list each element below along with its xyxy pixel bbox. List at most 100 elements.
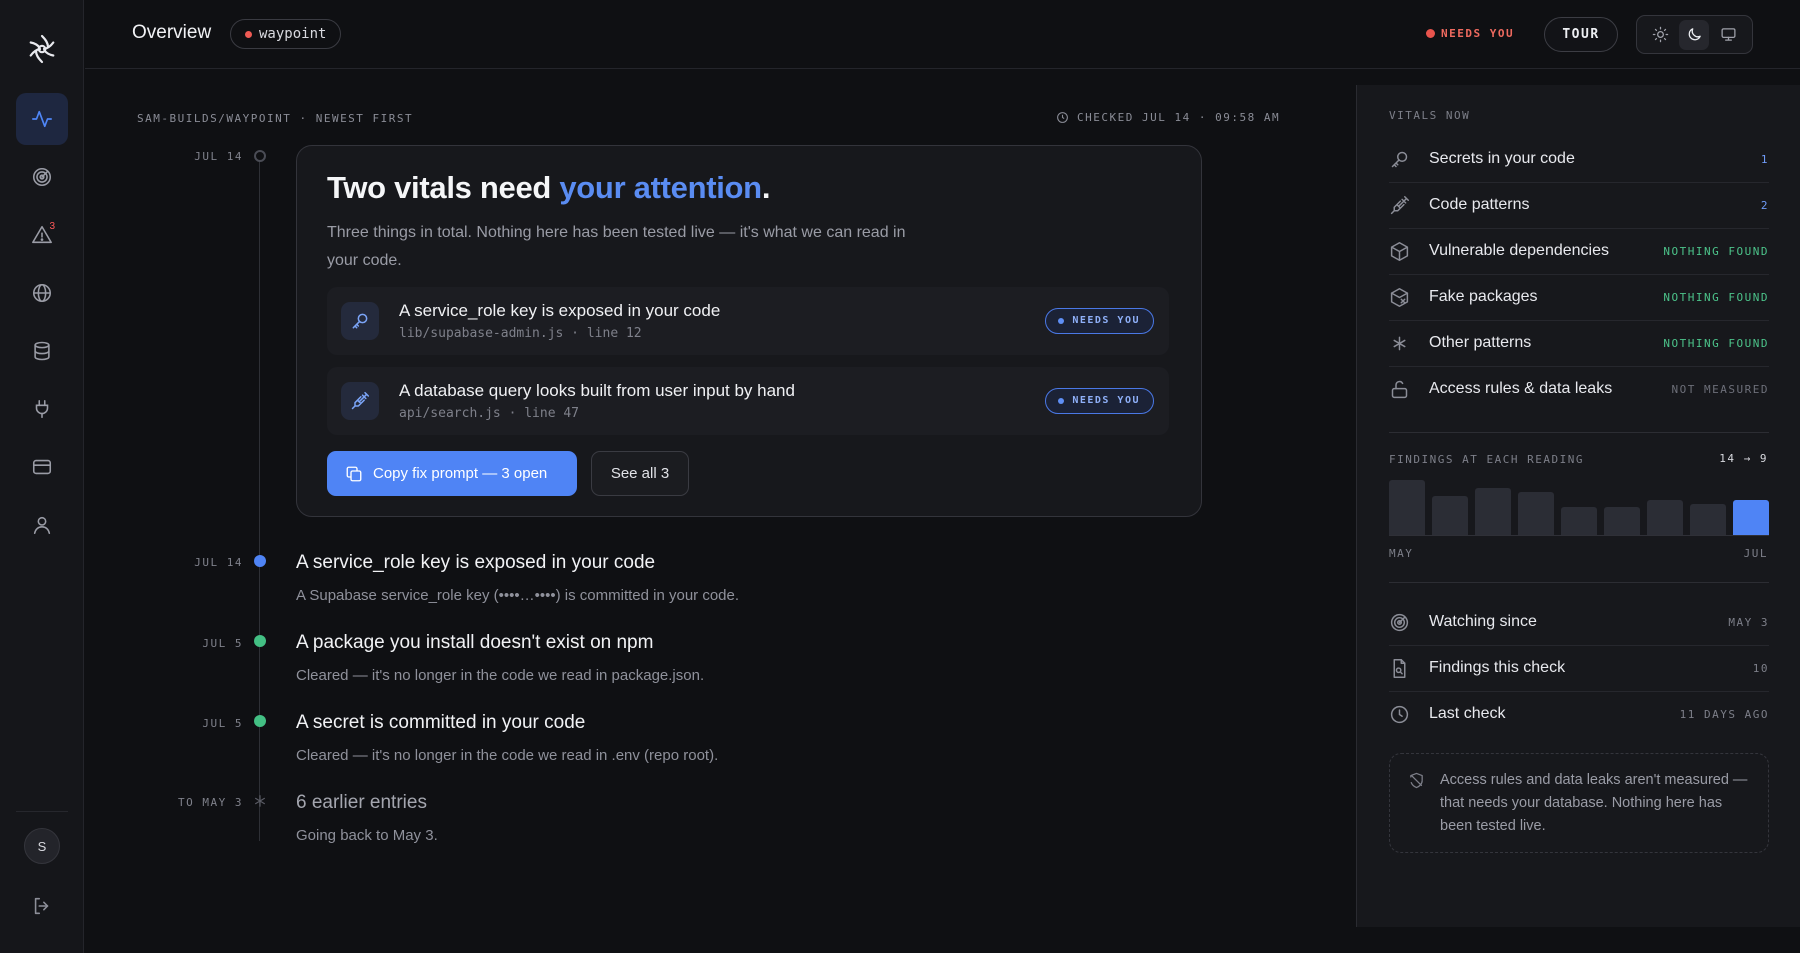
findings-bar[interactable]	[1518, 492, 1554, 535]
syringe-icon	[1389, 195, 1410, 216]
meta-value: MAY 3	[1728, 616, 1769, 629]
findings-bar[interactable]	[1475, 488, 1511, 535]
meta-value: 11 DAYS AGO	[1679, 708, 1769, 721]
vital-value: NOTHING FOUND	[1663, 245, 1769, 258]
timeline-event-title[interactable]: A service_role key is exposed in your co…	[296, 552, 655, 574]
theme-light-button[interactable]	[1645, 20, 1675, 50]
theme-dark-button[interactable]	[1679, 19, 1710, 50]
avatar[interactable]: S	[24, 828, 60, 864]
package-x-icon	[1389, 287, 1410, 308]
vital-row[interactable]: Fake packages NOTHING FOUND	[1389, 275, 1769, 321]
info-note: Access rules and data leaks aren't measu…	[1389, 753, 1769, 853]
vital-row[interactable]: Access rules & data leaks NOT MEASURED	[1389, 367, 1769, 413]
findings-bar[interactable]	[1389, 480, 1425, 535]
meta-name: Watching since	[1429, 613, 1537, 630]
timeline-event-title[interactable]: 6 earlier entries	[296, 792, 427, 814]
vital-name: Vulnerable dependencies	[1429, 242, 1609, 259]
timeline-event-title[interactable]: A secret is committed in your code	[296, 712, 585, 734]
copy-fix-prompt-button[interactable]: Copy fix prompt — 3 open	[327, 451, 577, 496]
sun-icon	[1652, 26, 1668, 43]
meta-row: Last check 11 DAYS AGO	[1389, 692, 1769, 738]
sidebar-item-activity[interactable]	[16, 93, 68, 145]
copy-fix-prompt-label: Copy fix prompt — 3 open	[373, 465, 548, 482]
sidebar-divider	[16, 811, 68, 812]
findings-bar[interactable]	[1647, 500, 1683, 535]
timeline-event-title[interactable]: A package you install doesn't exist on n…	[296, 632, 653, 654]
moon-icon	[1688, 28, 1701, 41]
timeline-event-detail: Cleared — it's no longer in the code we …	[296, 667, 705, 684]
sidebar-item-alerts[interactable]: 3	[16, 209, 68, 261]
timeline-date: JUL 14	[194, 556, 243, 569]
logo-icon[interactable]	[26, 33, 58, 65]
timeline-event-detail: Cleared — it's no longer in the code we …	[296, 747, 719, 764]
vital-row[interactable]: Vulnerable dependencies NOTHING FOUND	[1389, 229, 1769, 275]
syringe-icon	[341, 382, 379, 420]
meta-name: Findings this check	[1429, 659, 1566, 676]
status-dot	[1426, 29, 1435, 38]
sidebar-item-billing[interactable]	[16, 441, 68, 493]
vital-row[interactable]: Code patterns 2	[1389, 183, 1769, 229]
card-title-accent: your attention	[559, 170, 762, 205]
chart-axis-start: MAY	[1389, 547, 1414, 560]
vital-value: NOTHING FOUND	[1663, 337, 1769, 350]
vital-row[interactable]: Other patterns NOTHING FOUND	[1389, 321, 1769, 367]
divider	[1389, 582, 1769, 583]
tour-button[interactable]: TOUR	[1544, 17, 1618, 52]
vital-name: Access rules & data leaks	[1429, 380, 1613, 397]
findings-chart-label: FINDINGS AT EACH READING	[1389, 453, 1584, 466]
finding-location: lib/supabase-admin.js · line 12	[399, 326, 642, 341]
lock-open-icon	[1389, 379, 1410, 400]
timeline-date: TO MAY 3	[178, 796, 243, 809]
monitor-icon	[1721, 28, 1736, 41]
theme-system-button[interactable]	[1714, 20, 1744, 50]
timeline-date: JUL 5	[202, 637, 243, 650]
status-dot	[245, 31, 252, 38]
repo-name: waypoint	[259, 26, 327, 42]
vital-value: 1	[1760, 153, 1769, 166]
sidebar-item-database[interactable]	[16, 325, 68, 377]
findings-bar[interactable]	[1561, 507, 1597, 535]
vital-row[interactable]: Secrets in your code 1	[1389, 137, 1769, 183]
timeline-marker-open	[254, 555, 266, 567]
vital-name: Other patterns	[1429, 334, 1532, 351]
status-badge: NEEDS YOU	[1045, 388, 1154, 414]
findings-bar[interactable]	[1432, 496, 1468, 535]
top-bar: Overview waypoint NEEDS YOU TOUR	[85, 0, 1800, 69]
file-search-icon	[1389, 658, 1410, 679]
clock-icon	[1057, 112, 1068, 123]
findings-bar[interactable]	[1604, 507, 1640, 535]
findings-bar[interactable]	[1733, 500, 1769, 535]
finding-row[interactable]: A service_role key is exposed in your co…	[327, 287, 1169, 355]
meta-row: Findings this check 10	[1389, 646, 1769, 692]
logout-icon[interactable]	[31, 895, 53, 917]
see-all-button[interactable]: See all 3	[591, 451, 689, 496]
findings-chart-range: 14 → 9	[1719, 452, 1768, 465]
package-icon	[1389, 241, 1410, 262]
radar-icon	[1389, 612, 1410, 633]
finding-title: A database query looks built from user i…	[399, 381, 795, 400]
sidebar-item-radar[interactable]	[16, 151, 68, 203]
repo-label: SAM-BUILDS/WAYPOINT · NEWEST FIRST	[137, 112, 414, 125]
asterisk-icon	[1389, 333, 1410, 354]
key-icon	[341, 302, 379, 340]
meta-value: 10	[1752, 662, 1769, 675]
timeline-marker-cleared	[254, 635, 266, 647]
finding-row[interactable]: A database query looks built from user i…	[327, 367, 1169, 435]
sidebar-item-plug[interactable]	[16, 383, 68, 435]
sidebar-item-account[interactable]	[16, 499, 68, 551]
timeline-date: JUL 14	[194, 150, 243, 163]
activity-icon	[32, 110, 52, 128]
timeline-event-detail: Going back to May 3.	[296, 827, 438, 844]
vital-name: Secrets in your code	[1429, 150, 1575, 167]
card-title: Two vitals need your attention.	[327, 170, 771, 205]
credit-card-icon	[32, 459, 52, 475]
repo-selector[interactable]: waypoint	[230, 19, 342, 49]
checked-timestamp: CHECKED JUL 14 · 09:58 AM	[1056, 111, 1280, 124]
clock-icon	[1389, 704, 1410, 725]
needs-you-status[interactable]: NEEDS YOU	[1426, 27, 1514, 40]
checked-text: CHECKED JUL 14 · 09:58 AM	[1077, 111, 1281, 124]
divider	[1389, 432, 1769, 433]
findings-bar[interactable]	[1690, 504, 1726, 535]
sidebar-item-globe[interactable]	[16, 267, 68, 319]
attention-card: Two vitals need your attention. Three th…	[296, 145, 1202, 517]
